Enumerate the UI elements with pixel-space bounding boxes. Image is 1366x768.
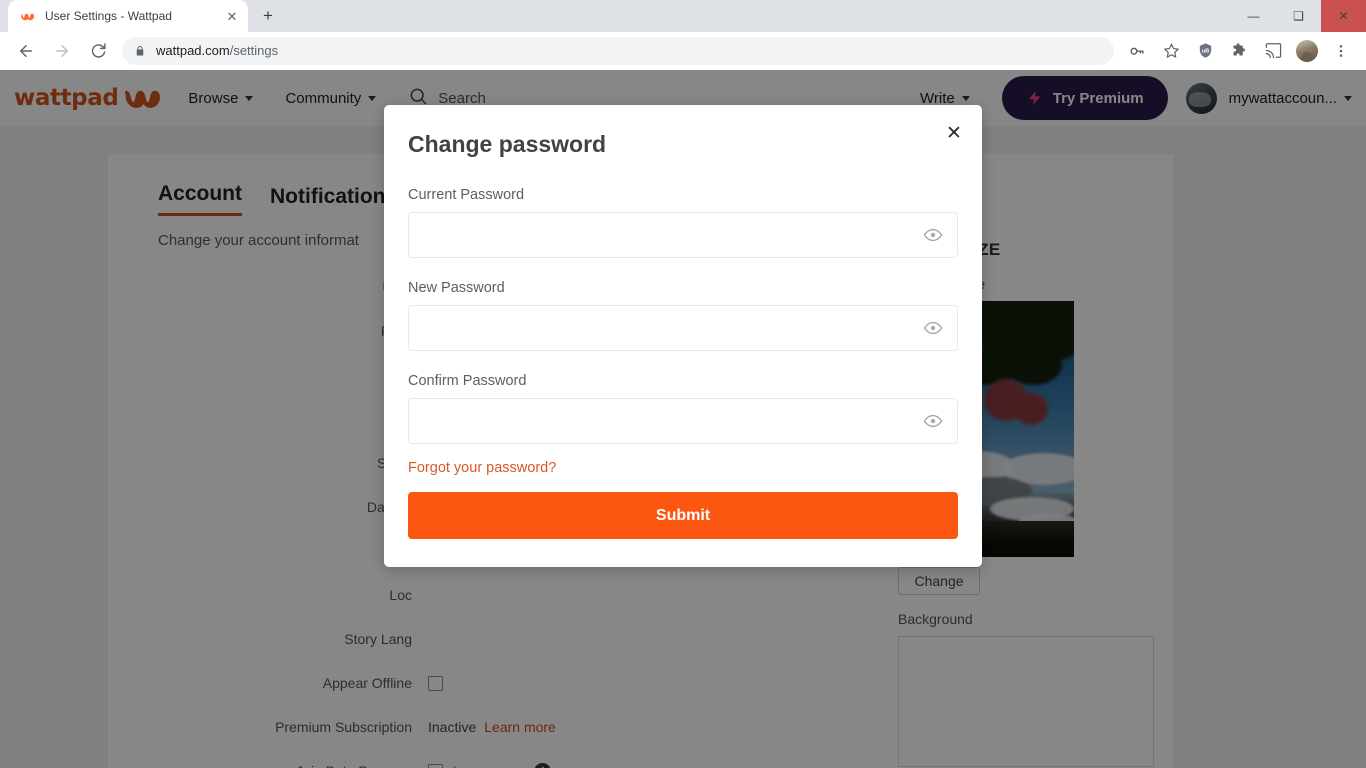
eye-icon[interactable] bbox=[922, 224, 944, 246]
current-password-input[interactable] bbox=[408, 212, 958, 258]
close-icon[interactable]: ✕ bbox=[942, 121, 966, 145]
minimize-icon: — bbox=[1247, 9, 1260, 23]
browser-window: User Settings - Wattpad ✕ + — ❑ ✕ wattpa… bbox=[0, 0, 1366, 768]
current-password-group: Current Password bbox=[408, 187, 958, 258]
forward-arrow-icon[interactable] bbox=[48, 37, 76, 65]
shield-icon[interactable]: uB bbox=[1192, 38, 1218, 64]
url-path: /settings bbox=[229, 43, 279, 58]
confirm-password-group: Confirm Password bbox=[408, 373, 958, 444]
tab-title: User Settings - Wattpad bbox=[45, 9, 172, 23]
toolbar-icons: uB bbox=[1120, 38, 1358, 64]
confirm-password-label: Confirm Password bbox=[408, 373, 527, 389]
address-bar-url: wattpad.com/settings bbox=[156, 43, 278, 58]
new-tab-button[interactable]: + bbox=[254, 2, 282, 30]
cast-icon[interactable] bbox=[1260, 38, 1286, 64]
star-icon[interactable] bbox=[1158, 38, 1184, 64]
window-maximize-button[interactable]: ❑ bbox=[1276, 0, 1321, 32]
eye-icon[interactable] bbox=[922, 317, 944, 339]
window-close-button[interactable]: ✕ bbox=[1321, 0, 1366, 32]
menu-kebab-icon[interactable] bbox=[1328, 38, 1354, 64]
confirm-password-input[interactable] bbox=[408, 398, 958, 444]
address-bar[interactable]: wattpad.com/settings bbox=[122, 36, 1114, 65]
browser-titlebar: User Settings - Wattpad ✕ + — ❑ ✕ bbox=[0, 0, 1366, 32]
reload-icon[interactable] bbox=[84, 37, 112, 65]
svg-text:uB: uB bbox=[1201, 49, 1209, 55]
wattpad-favicon bbox=[19, 8, 36, 25]
url-host: wattpad.com bbox=[156, 43, 230, 58]
modal-title: Change password bbox=[408, 131, 607, 157]
profile-avatar[interactable] bbox=[1296, 39, 1318, 62]
window-minimize-button[interactable]: — bbox=[1231, 0, 1276, 32]
submit-button[interactable]: Submit bbox=[408, 492, 958, 539]
window-controls: — ❑ ✕ bbox=[1231, 0, 1366, 32]
browser-toolbar: wattpad.com/settings uB bbox=[0, 32, 1366, 70]
key-icon[interactable] bbox=[1124, 38, 1150, 64]
eye-icon[interactable] bbox=[922, 410, 944, 432]
maximize-icon: ❑ bbox=[1293, 9, 1304, 23]
tab-close-icon[interactable]: ✕ bbox=[224, 8, 240, 24]
lock-icon bbox=[134, 45, 146, 57]
page-viewport: wattpad Browse Community Search Write Tr… bbox=[0, 70, 1366, 768]
back-arrow-icon[interactable] bbox=[12, 37, 40, 65]
forgot-password-link[interactable]: Forgot your password? bbox=[408, 460, 556, 476]
current-password-label: Current Password bbox=[408, 187, 525, 203]
new-password-label: New Password bbox=[408, 280, 505, 296]
browser-tab[interactable]: User Settings - Wattpad ✕ bbox=[8, 0, 248, 32]
puzzle-icon[interactable] bbox=[1226, 38, 1252, 64]
window-close-icon: ✕ bbox=[1338, 9, 1349, 23]
new-password-input[interactable] bbox=[408, 305, 958, 351]
wattpad-settings-page: wattpad Browse Community Search Write Tr… bbox=[0, 70, 1366, 768]
new-password-group: New Password bbox=[408, 280, 958, 351]
change-password-modal: ✕ Change password Current Password New P… bbox=[384, 105, 982, 567]
